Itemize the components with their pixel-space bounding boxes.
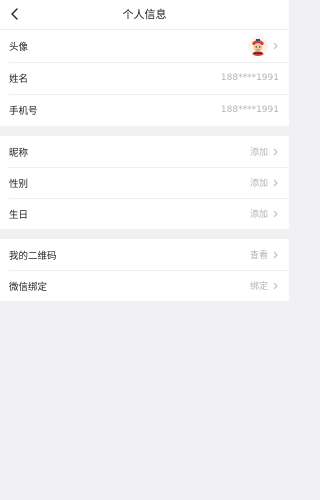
qrcode-view-link[interactable]: 查看 <box>250 248 268 261</box>
nickname-row[interactable]: 昵称 添加 <box>0 136 289 167</box>
birthday-label: 生日 <box>9 209 29 221</box>
wechat-binding-row[interactable]: 微信绑定 绑定 <box>0 270 289 301</box>
phone-label: 手机号 <box>9 106 38 117</box>
nickname-label: 昵称 <box>9 147 29 159</box>
chevron-right-icon <box>271 42 279 50</box>
chevron-right-icon <box>271 148 279 156</box>
phone-value: 188****1991 <box>220 105 279 115</box>
avatar-label: 头像 <box>9 42 29 53</box>
profile-screen: 个人信息 头像 姓名 188****1991 手机号 188****1991 昵… <box>0 0 289 500</box>
chevron-right-icon <box>271 251 279 259</box>
cartoon-avatar-image <box>248 36 268 56</box>
birthday-add-link[interactable]: 添加 <box>250 207 268 220</box>
gender-add-link[interactable]: 添加 <box>250 176 268 189</box>
basic-info-group: 头像 姓名 188****1991 手机号 188****1991 <box>0 30 289 126</box>
top-nav-bar: 个人信息 <box>0 0 289 30</box>
chevron-right-icon <box>271 282 279 290</box>
name-label: 姓名 <box>9 74 29 85</box>
birthday-row[interactable]: 生日 添加 <box>0 198 289 229</box>
wechat-bind-link[interactable]: 绑定 <box>250 279 268 292</box>
phone-row: 手机号 188****1991 <box>0 94 289 126</box>
chevron-right-icon <box>271 210 279 218</box>
qrcode-label: 我的二维码 <box>9 250 57 262</box>
gender-row[interactable]: 性别 添加 <box>0 167 289 198</box>
name-value: 188****1991 <box>220 73 279 83</box>
name-row: 姓名 188****1991 <box>0 62 289 94</box>
nickname-add-link[interactable]: 添加 <box>250 145 268 158</box>
avatar-row[interactable]: 头像 <box>0 30 289 62</box>
section-divider <box>0 126 289 136</box>
avatar[interactable] <box>248 36 268 56</box>
extras-group: 我的二维码 查看 微信绑定 绑定 <box>0 239 289 301</box>
page-title: 个人信息 <box>122 8 167 21</box>
personal-details-group: 昵称 添加 性别 添加 生日 添加 <box>0 136 289 229</box>
chevron-right-icon <box>271 179 279 187</box>
wechat-binding-label: 微信绑定 <box>9 281 48 293</box>
gender-label: 性别 <box>9 178 29 190</box>
section-divider <box>0 229 289 239</box>
qrcode-row[interactable]: 我的二维码 查看 <box>0 239 289 270</box>
